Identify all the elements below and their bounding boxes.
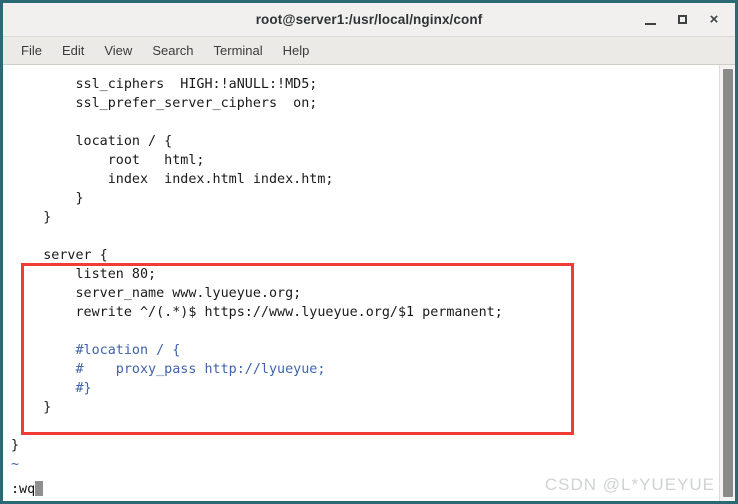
maximize-icon bbox=[677, 15, 687, 24]
text-cursor bbox=[35, 481, 44, 496]
editor-line: } bbox=[11, 191, 84, 206]
menu-item-file[interactable]: File bbox=[11, 40, 52, 61]
menu-item-view[interactable]: View bbox=[94, 40, 142, 61]
terminal-window: root@server1:/usr/local/nginx/conf × Fil… bbox=[0, 0, 738, 504]
window-title: root@server1:/usr/local/nginx/conf bbox=[255, 12, 483, 27]
menu-item-edit[interactable]: Edit bbox=[52, 40, 94, 61]
terminal-area[interactable]: ssl_ciphers HIGH:!aNULL:!MD5; ssl_prefer… bbox=[3, 65, 735, 501]
editor-line: root html; bbox=[11, 153, 205, 168]
menu-item-search[interactable]: Search bbox=[142, 40, 203, 61]
title-bar[interactable]: root@server1:/usr/local/nginx/conf × bbox=[3, 3, 735, 37]
menu-bar: File Edit View Search Terminal Help bbox=[3, 37, 735, 65]
minimize-icon bbox=[644, 22, 656, 25]
editor-line: server_name www.lyueyue.org; bbox=[11, 286, 302, 301]
editor-line: } bbox=[11, 210, 52, 225]
editor-line: # proxy_pass http://lyueyue; bbox=[11, 362, 326, 377]
maximize-button[interactable] bbox=[667, 7, 697, 33]
editor-line: ssl_ciphers HIGH:!aNULL:!MD5; bbox=[11, 77, 318, 92]
menu-item-help[interactable]: Help bbox=[273, 40, 320, 61]
vim-command-line[interactable]: :wq bbox=[3, 480, 44, 499]
editor-line: location / { bbox=[11, 134, 173, 149]
scrollbar-thumb[interactable] bbox=[723, 69, 733, 497]
editor-line: } bbox=[11, 400, 52, 415]
editor-line: listen 80; bbox=[11, 267, 157, 282]
window-controls: × bbox=[635, 3, 729, 36]
editor-line: index index.html index.htm; bbox=[11, 172, 334, 187]
close-button[interactable]: × bbox=[699, 7, 729, 33]
editor-line: ~ bbox=[11, 457, 20, 472]
vertical-scrollbar[interactable] bbox=[719, 65, 735, 501]
vim-command-text: :wq bbox=[11, 482, 36, 497]
editor-line: #} bbox=[11, 381, 92, 396]
editor-line: ssl_prefer_server_ciphers on; bbox=[11, 96, 318, 111]
editor-line: #location / { bbox=[11, 343, 181, 358]
menu-item-terminal[interactable]: Terminal bbox=[204, 40, 273, 61]
editor-buffer[interactable]: ssl_ciphers HIGH:!aNULL:!MD5; ssl_prefer… bbox=[3, 65, 719, 501]
editor-line: server { bbox=[11, 248, 108, 263]
close-icon: × bbox=[709, 11, 719, 28]
editor-line: } bbox=[11, 438, 20, 453]
editor-line: rewrite ^/(.*)$ https://www.lyueyue.org/… bbox=[11, 305, 503, 320]
minimize-button[interactable] bbox=[635, 7, 665, 33]
